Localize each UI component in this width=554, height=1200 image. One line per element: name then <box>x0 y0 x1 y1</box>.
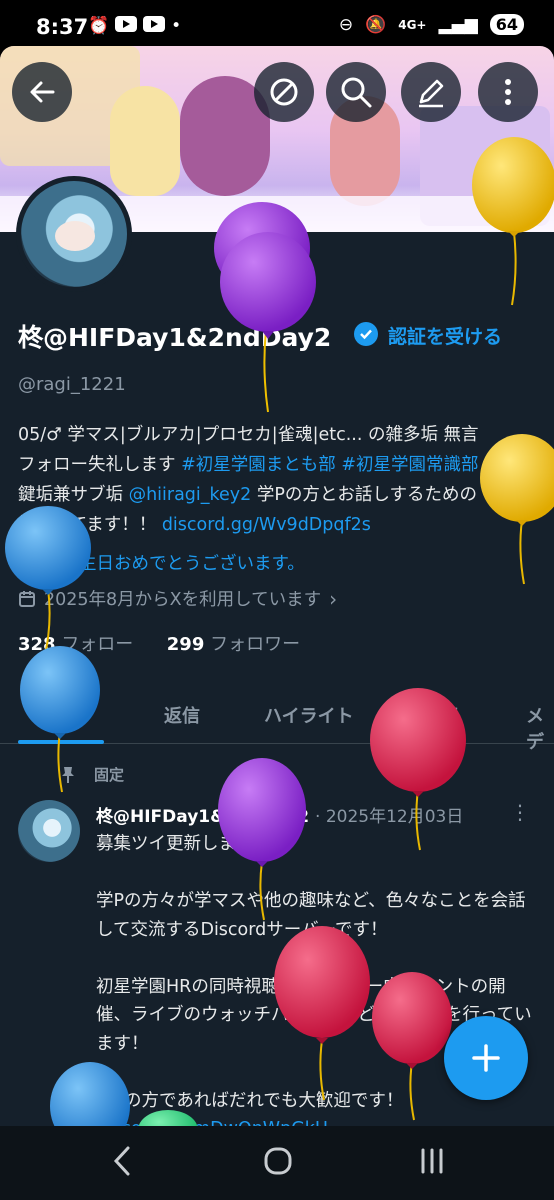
back-arrow-icon <box>30 81 55 103</box>
get-verified-link[interactable]: 認証を受ける <box>388 322 502 349</box>
calendar-icon <box>19 590 35 607</box>
mention-link[interactable]: @hiiragi_key2 <box>129 485 252 505</box>
profile-name: 柊@HIFDay1&2ndDay2 <box>18 323 332 352</box>
location-pin-icon <box>18 552 36 573</box>
bio-text: 学Pの方とお話しするための <box>251 485 478 505</box>
grok-button[interactable] <box>254 62 314 122</box>
profile-tabs: ポスト 返信 ハイライト 記事 メデ <box>0 688 554 753</box>
banner-character-1 <box>110 86 180 196</box>
bio-line-1: 05/♂ 学マス|ブルアカ|プロセカ|雀魂|etc... の雑多垢 無言 <box>18 425 479 445</box>
search-button[interactable] <box>326 62 386 122</box>
tab-articles[interactable]: 記事 <box>422 702 458 728</box>
bio-line-2: フォロー失礼します #初星学園まとも部 #初星学園常識部 <box>18 450 538 480</box>
bio-text: フォロー失礼します <box>18 455 182 475</box>
alarm-icon: ⏰ <box>88 16 110 36</box>
hashtag-link-1[interactable]: #初星学園まとも部 <box>181 455 336 475</box>
recents-nav-icon[interactable] <box>418 1144 446 1182</box>
following-label: フォロー <box>61 634 134 655</box>
birthday-text: お誕生日おめでとうございます。 <box>44 554 305 574</box>
tab-highlights[interactable]: ハイライト <box>264 702 354 728</box>
signal-icon: ▂▄▆ <box>438 14 478 35</box>
following-count: 328 <box>18 634 56 655</box>
balloon-purple-1 <box>214 202 316 413</box>
back-nav-icon[interactable] <box>110 1144 134 1182</box>
following-link[interactable]: 328 フォロー <box>18 634 133 655</box>
birthday-row: お誕生日おめでとうございます。 <box>18 550 305 575</box>
tab-media[interactable]: メデ <box>526 702 554 754</box>
followers-link[interactable]: 299 フォロワー <box>167 634 300 655</box>
mute-icon: 🔕 <box>365 14 387 35</box>
followers-label: フォロワー <box>210 634 301 655</box>
tab-replies[interactable]: 返信 <box>164 702 200 728</box>
verified-badge-icon[interactable] <box>354 322 378 346</box>
bio-line-3: 鍵垢兼サブ垢 @hiiragi_key2 学Pの方とお話しするための <box>18 480 538 510</box>
youtube-icon <box>115 16 138 32</box>
system-nav-bar <box>0 1126 554 1200</box>
bio-text: 鍵垢兼サブ垢 <box>18 485 129 505</box>
status-system-icons: ⊖ 🔕 4G+ ▂▄▆ 64 <box>339 14 524 35</box>
status-notification-icons: ⏰ • <box>88 16 181 36</box>
hashtag-link-2[interactable]: #初星学園常識部 <box>341 455 478 475</box>
post-paragraph-1: 募集ツイ更新します！ <box>96 834 271 854</box>
pinned-label: 固定 <box>94 766 125 784</box>
no-sign-icon <box>270 78 298 106</box>
edit-button[interactable] <box>401 62 461 122</box>
search-icon <box>341 77 372 108</box>
post-date[interactable]: · 2025年12月03日 <box>315 802 463 827</box>
back-button[interactable] <box>12 62 72 122</box>
home-nav-icon[interactable] <box>262 1144 294 1182</box>
youtube-icon-2 <box>143 16 166 32</box>
dot-icon: • <box>171 16 182 36</box>
status-time: 8:37 <box>36 15 89 39</box>
bio-line-4: 鯖やってます！！ discord.gg/Wv9dDpqf2s <box>18 510 538 540</box>
post-author[interactable]: 柊@HIFDay1&2ndDay2 <box>96 802 309 827</box>
chevron-right-icon: › <box>329 586 338 611</box>
active-tab-indicator <box>18 740 104 744</box>
post-avatar[interactable] <box>18 800 80 862</box>
post-header: 柊@HIFDay1&2ndDay2 · 2025年12月03日 <box>96 802 463 827</box>
post-paragraph-2: 学Pの方々が学マスや他の趣味など、色々なことを会話して交流するDiscordサー… <box>96 891 526 940</box>
profile-handle: @ragi_1221 <box>18 374 126 395</box>
pin-icon <box>62 766 74 783</box>
compose-fab[interactable] <box>444 1016 528 1100</box>
joined-row[interactable]: 2025年8月からXを利用しています › <box>18 586 337 611</box>
post-more-icon[interactable]: ⋮ <box>510 800 530 824</box>
follow-stats: 328 フォロー 299 フォロワー <box>18 630 300 656</box>
edit-icon <box>419 79 444 108</box>
discord-link[interactable]: discord.gg/Wv9dDpqf2s <box>162 515 371 535</box>
tab-posts[interactable]: ポスト <box>30 702 84 728</box>
profile-bio: 05/♂ 学マス|ブルアカ|プロセカ|雀魂|etc... の雑多垢 無言 フォロ… <box>18 420 538 540</box>
followers-count: 299 <box>166 634 205 655</box>
more-vertical-icon <box>505 79 511 105</box>
plus-icon <box>472 1044 500 1072</box>
pinned-indicator: 固定 <box>60 764 124 785</box>
battery-badge: 64 <box>489 14 524 35</box>
do-not-disturb-icon: ⊖ <box>338 14 354 35</box>
more-button[interactable] <box>478 62 538 122</box>
joined-text: 2025年8月からXを利用しています <box>44 590 322 610</box>
profile-avatar[interactable] <box>16 176 132 292</box>
network-type: 4G+ <box>398 17 427 32</box>
bio-text: 鯖やってます！！ <box>18 515 162 535</box>
